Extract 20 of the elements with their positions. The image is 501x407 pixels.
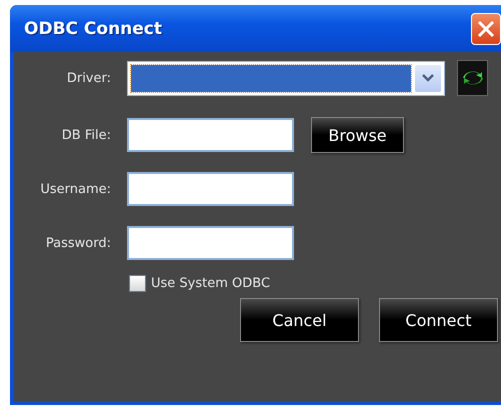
driver-select[interactable] [127,60,445,96]
dropdown-button[interactable] [415,64,441,92]
close-icon [477,20,495,38]
input-field[interactable] [127,118,294,152]
input-field[interactable] [127,226,294,260]
input-field[interactable] [127,172,294,206]
field-label: Driver: [66,70,111,86]
field-label: DB File: [60,128,111,142]
browse-button[interactable]: Browse [311,117,404,153]
field-label: Password: [44,236,111,250]
connect-button[interactable]: Connect [379,298,498,342]
chevron-down-icon [422,74,434,82]
window-title: ODBC Connect [24,18,162,38]
refresh-icon [462,69,484,87]
field-label: Username: [39,182,111,196]
checkbox[interactable] [129,275,146,292]
checkbox-label: Use System ODBC [151,276,270,291]
refresh-button[interactable] [457,60,488,96]
close-button[interactable] [471,12,501,44]
cancel-button[interactable]: Cancel [240,298,359,342]
